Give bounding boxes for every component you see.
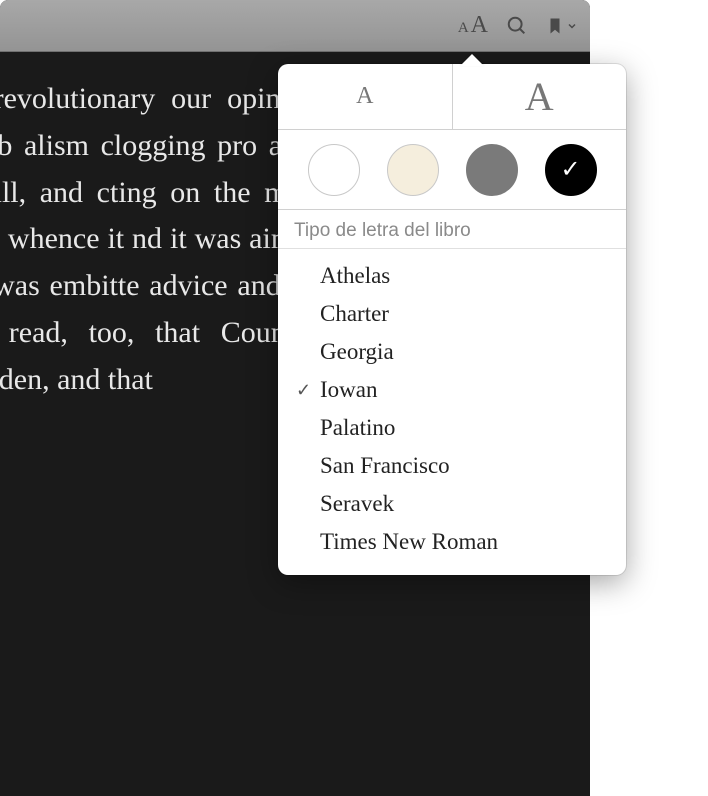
bookmark-icon (546, 15, 564, 37)
decrease-font-button[interactable]: A (278, 64, 453, 129)
font-name: Charter (320, 301, 610, 327)
increase-font-button[interactable]: A (453, 64, 627, 129)
chevron-down-icon (566, 20, 578, 32)
font-name: Palatino (320, 415, 610, 441)
search-icon (506, 15, 528, 37)
font-item-athelas[interactable]: Athelas (278, 257, 626, 295)
search-button[interactable] (506, 15, 528, 37)
appearance-popover: A A ✓ Tipo de letra del libro Athelas Ch… (278, 64, 626, 575)
font-name: Iowan (320, 377, 610, 403)
font-name: San Francisco (320, 453, 610, 479)
font-name: Times New Roman (320, 529, 610, 555)
font-item-san-francisco[interactable]: San Francisco (278, 447, 626, 485)
theme-white[interactable] (308, 144, 360, 196)
toolbar: A A (0, 0, 590, 52)
bookmark-button[interactable] (546, 15, 578, 37)
font-size-row: A A (278, 64, 626, 130)
font-item-georgia[interactable]: Georgia (278, 333, 626, 371)
font-name: Seravek (320, 491, 610, 517)
font-name: Athelas (320, 263, 610, 289)
font-size-small-icon: A (458, 20, 469, 37)
font-item-charter[interactable]: Charter (278, 295, 626, 333)
appearance-button[interactable]: A A (458, 12, 488, 39)
font-list: Athelas Charter Georgia ✓ Iowan Palatino… (278, 249, 626, 575)
font-item-times-new-roman[interactable]: Times New Roman (278, 523, 626, 561)
check-icon: ✓ (560, 155, 580, 184)
theme-black[interactable]: ✓ (545, 144, 597, 196)
font-name: Georgia (320, 339, 610, 365)
font-item-iowan[interactable]: ✓ Iowan (278, 371, 626, 409)
theme-row: ✓ (278, 130, 626, 210)
theme-sepia[interactable] (387, 144, 439, 196)
font-item-seravek[interactable]: Seravek (278, 485, 626, 523)
check-icon: ✓ (296, 380, 320, 401)
font-size-large-icon: A (471, 12, 488, 39)
font-section-header: Tipo de letra del libro (278, 210, 626, 249)
theme-gray[interactable] (466, 144, 518, 196)
font-item-palatino[interactable]: Palatino (278, 409, 626, 447)
